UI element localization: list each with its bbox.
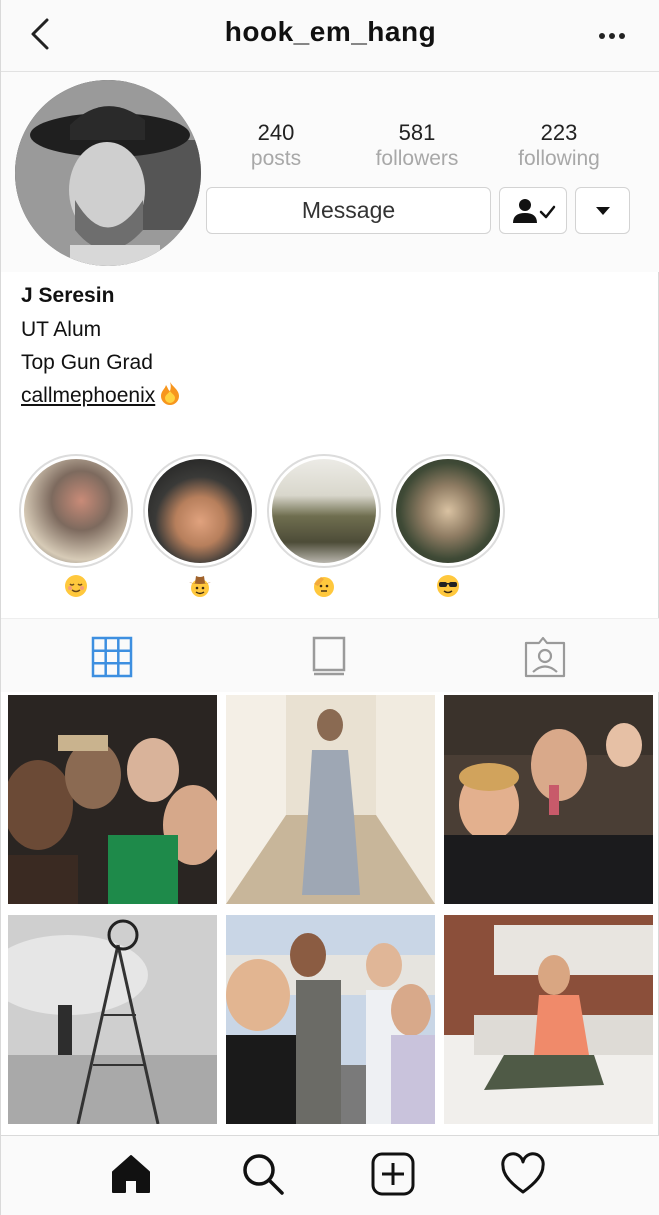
grid-post[interactable] (226, 915, 435, 1124)
bio-section: J Seresin UT Alum Top Gun Grad callmepho… (21, 282, 621, 412)
grid-post[interactable] (226, 695, 435, 904)
tab-feed[interactable] (307, 635, 351, 679)
bio-link[interactable]: callmephoenix (21, 384, 155, 407)
heart-icon (501, 1152, 545, 1194)
grid-post[interactable] (8, 695, 217, 904)
grid-post[interactable] (444, 915, 653, 1124)
feed-icon (312, 636, 346, 676)
top-header: hook_em_hang (1, 0, 659, 72)
bio-link-row: callmephoenix (21, 379, 621, 412)
grid-post[interactable] (8, 915, 217, 1124)
bio-line: Top Gun Grad (21, 351, 153, 374)
stat-followers[interactable]: 581 followers (352, 120, 482, 172)
suggestions-dropdown-button[interactable] (575, 187, 630, 234)
more-horizontal-icon (599, 33, 625, 39)
bottom-navigation (1, 1135, 659, 1215)
nav-search-button[interactable] (239, 1150, 287, 1198)
bio-line: UT Alum (21, 318, 102, 341)
grid-icon (91, 636, 133, 678)
highlight-item[interactable] (267, 454, 381, 598)
highlight-item[interactable] (391, 454, 505, 598)
highlight-cover (391, 454, 505, 568)
more-options-button[interactable] (594, 22, 630, 46)
tab-grid[interactable] (90, 635, 134, 679)
posts-count: 240 (257, 120, 295, 145)
posts-grid (8, 695, 653, 1127)
relieved-face-icon (64, 574, 88, 598)
following-count: 223 (540, 120, 578, 145)
highlight-cover (143, 454, 257, 568)
highlight-item[interactable] (143, 454, 257, 598)
stat-posts[interactable]: 240 posts (211, 120, 341, 172)
bio-name: J Seresin (21, 284, 115, 307)
saluting-face-icon (312, 574, 336, 598)
user-check-icon (513, 198, 556, 223)
following-status-button[interactable] (499, 187, 567, 234)
followers-label: followers (375, 147, 459, 170)
story-highlights (19, 454, 659, 604)
following-label: following (518, 147, 600, 170)
cowboy-face-icon (188, 574, 212, 598)
add-post-icon (371, 1152, 415, 1196)
search-icon (243, 1154, 284, 1195)
fire-icon (159, 381, 181, 405)
grid-post[interactable] (444, 695, 653, 904)
profile-username-title: hook_em_hang (224, 16, 437, 47)
home-icon (112, 1155, 150, 1193)
app-frame: hook_em_hang 240 posts 581 followers 223… (0, 0, 659, 1215)
profile-tabs (1, 618, 659, 692)
highlight-cover (267, 454, 381, 568)
tab-tagged[interactable] (523, 635, 567, 679)
caret-down-icon (595, 206, 610, 215)
sunglasses-face-icon (436, 574, 460, 598)
stat-following[interactable]: 223 following (494, 120, 624, 172)
highlight-cover (19, 454, 133, 568)
nav-add-post-button[interactable] (369, 1150, 417, 1198)
highlight-item[interactable] (19, 454, 133, 598)
message-button[interactable]: Message (206, 187, 491, 234)
nav-home-button[interactable] (107, 1150, 155, 1198)
avatar[interactable] (15, 80, 201, 266)
avatar-image (15, 80, 201, 266)
tagged-icon (524, 636, 566, 678)
followers-count: 581 (398, 120, 436, 145)
nav-activity-button[interactable] (499, 1150, 547, 1198)
posts-label: posts (250, 147, 302, 170)
profile-section: 240 posts 581 followers 223 following Me… (1, 72, 659, 272)
